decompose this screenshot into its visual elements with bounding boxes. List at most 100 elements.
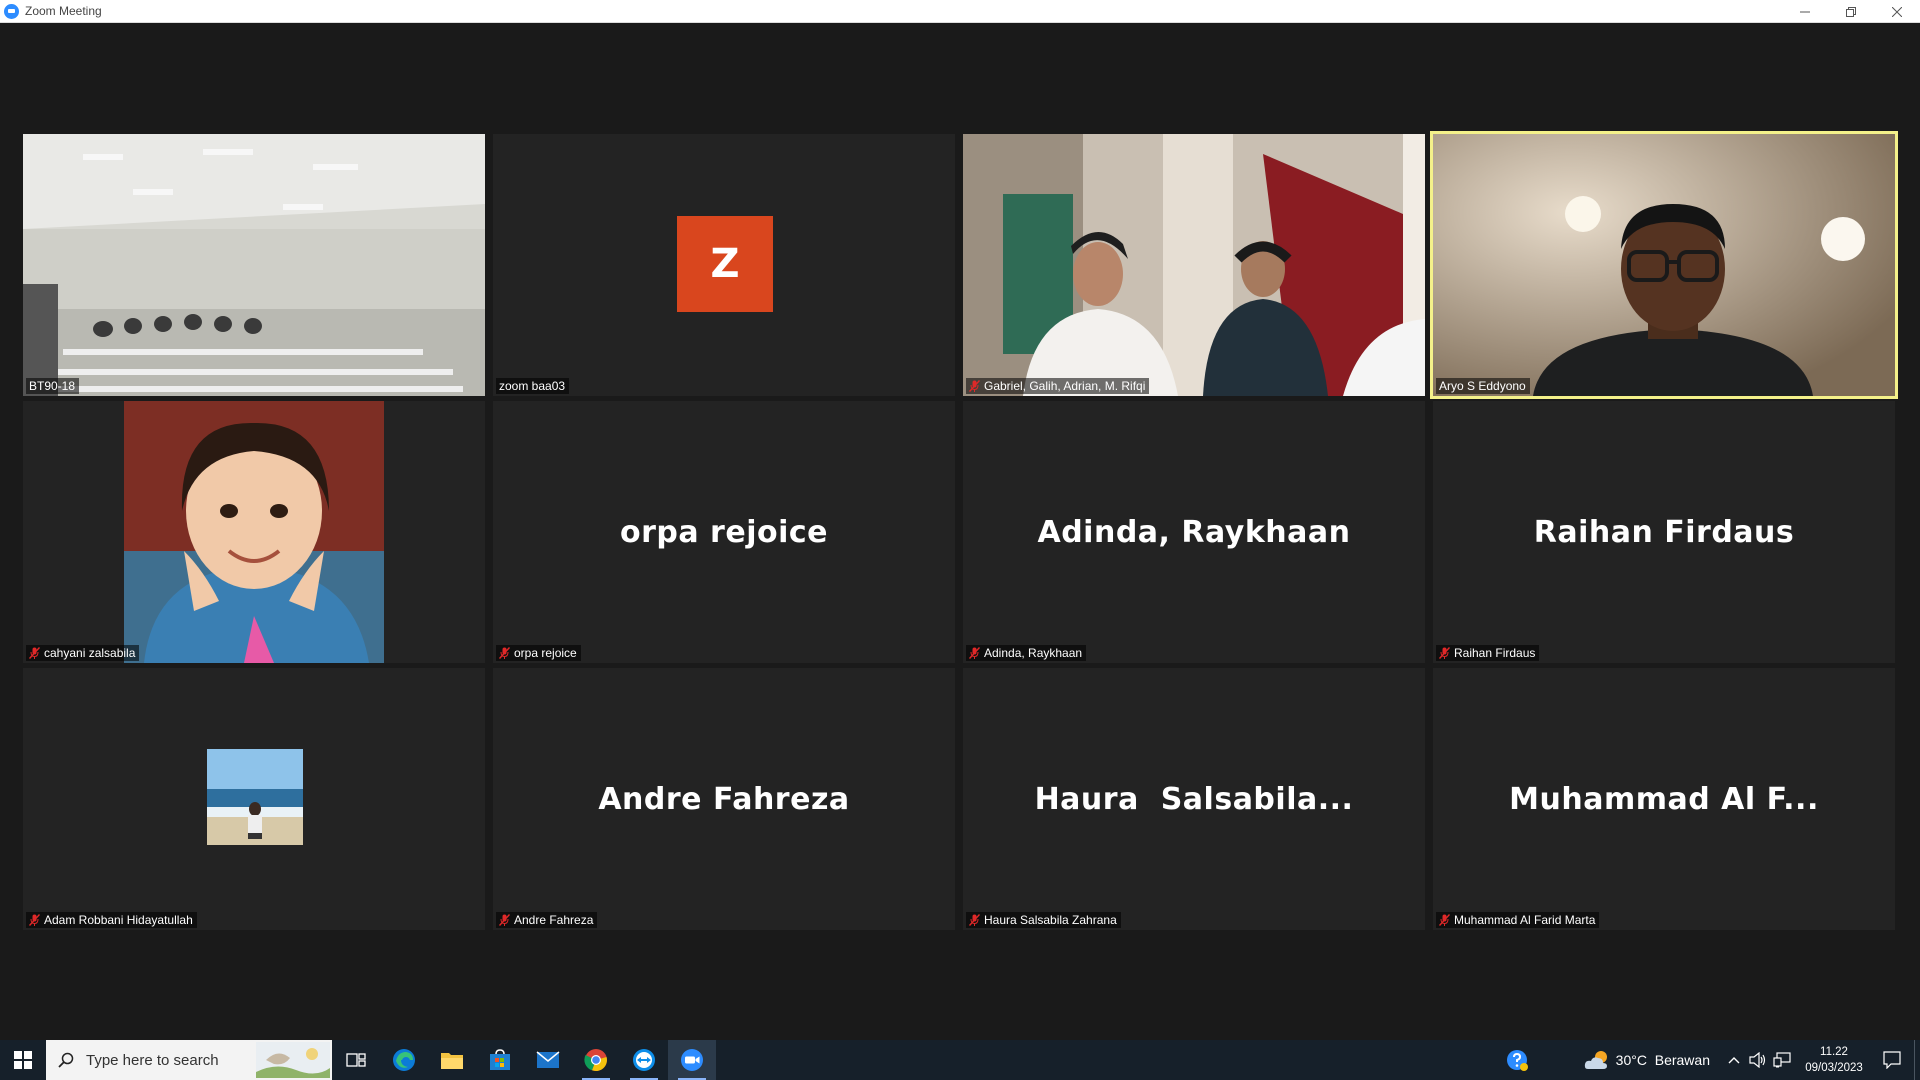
beach-photo <box>207 749 303 845</box>
video-tile-raihan-firdaus[interactable]: Raihan Firdaus Raihan Firdaus <box>1433 401 1895 663</box>
minimize-button[interactable] <box>1782 0 1828 23</box>
network-button[interactable] <box>1770 1040 1794 1080</box>
video-tile-muhammad-al-farid[interactable]: Muhammad Al F... Muhammad Al Farid Marta <box>1433 668 1895 930</box>
weather-widget[interactable]: 30°C Berawan <box>1572 1040 1722 1080</box>
taskbar-search[interactable] <box>46 1040 332 1080</box>
folder-icon <box>441 1053 463 1069</box>
participant-name: Raihan Firdaus <box>1454 646 1536 660</box>
system-tray: 30°C Berawan 11.22 09/03/2023 <box>1492 1040 1920 1080</box>
cloudy-weather-icon <box>1584 1051 1607 1069</box>
participant-name-tag: Andre Fahreza <box>496 912 598 928</box>
participant-name-tag: Gabriel, Galih, Adrian, M. Rifqi <box>966 378 1150 394</box>
show-hidden-icons-button[interactable] <box>1722 1040 1746 1080</box>
video-tile-andre-fahreza[interactable]: Andre Fahreza Andre Fahreza <box>493 668 955 930</box>
participant-name: Andre Fahreza <box>514 913 594 927</box>
notification-icon <box>1883 1051 1901 1069</box>
show-desktop-button[interactable] <box>1914 1040 1920 1080</box>
edge-icon <box>393 1049 415 1071</box>
network-icon <box>1773 1052 1791 1068</box>
video-tile-adam-robbani[interactable]: Adam Robbani Hidayatullah <box>23 668 485 930</box>
participant-display-name: Raihan Firdaus <box>1533 514 1795 550</box>
participant-name-tag: Aryo S Eddyono <box>1436 378 1530 394</box>
zoom-icon <box>681 1049 703 1071</box>
teamviewer-icon <box>633 1049 655 1071</box>
taskbar-app-teamviewer[interactable] <box>620 1040 668 1080</box>
participant-name-tag: Muhammad Al Farid Marta <box>1436 912 1600 928</box>
video-tile-cahyani-zalsabila[interactable]: cahyani zalsabila <box>23 401 485 663</box>
title-bar: Zoom Meeting <box>0 0 1920 23</box>
volume-button[interactable] <box>1746 1040 1770 1080</box>
search-input[interactable] <box>84 1050 268 1070</box>
search-icon <box>58 1052 74 1068</box>
video-tile-gabriel-galih[interactable]: Gabriel, Galih, Adrian, M. Rifqi <box>963 134 1425 396</box>
two-people-video <box>963 134 1425 396</box>
taskbar-app-edge[interactable] <box>380 1040 428 1080</box>
muted-mic-icon <box>499 914 510 926</box>
participant-name: zoom baa03 <box>499 379 566 393</box>
window-controls <box>1782 0 1920 23</box>
taskbar: 30°C Berawan 11.22 09/03/2023 <box>0 1040 1920 1080</box>
search-highlight-icon <box>256 1042 330 1078</box>
video-tile-haura-salsabila[interactable]: Haura Salsabila... Haura Salsabila Zahra… <box>963 668 1425 930</box>
close-icon <box>1892 6 1902 17</box>
zoom-logo-icon <box>4 3 19 19</box>
chevron-up-icon <box>1728 1057 1740 1064</box>
participant-name-tag: BT90-18 <box>26 378 80 394</box>
minimize-icon <box>1800 11 1810 12</box>
participant-name: Muhammad Al Farid Marta <box>1454 913 1596 927</box>
avatar: Z <box>677 216 773 312</box>
help-tray-button[interactable] <box>1492 1040 1542 1080</box>
participant-display-name: Muhammad Al F... <box>1509 781 1819 817</box>
store-icon <box>490 1049 510 1070</box>
start-button[interactable] <box>0 1040 46 1080</box>
chrome-icon <box>584 1049 607 1072</box>
participant-name-tag: Haura Salsabila Zahrana <box>966 912 1121 928</box>
child-photo <box>124 401 384 663</box>
participant-name-tag: Adam Robbani Hidayatullah <box>26 912 197 928</box>
muted-mic-icon <box>969 914 980 926</box>
video-tile-adinda-raykhaan[interactable]: Adinda, Raykhaan Adinda, Raykhaan <box>963 401 1425 663</box>
video-tile-bt90-18[interactable]: BT90-18 <box>23 134 485 396</box>
participant-name-tag: orpa rejoice <box>496 645 581 661</box>
participant-display-name: Haura Salsabila... <box>1034 781 1354 817</box>
restore-button[interactable] <box>1828 0 1874 23</box>
volume-icon <box>1749 1052 1766 1068</box>
participant-name-tag: cahyani zalsabila <box>26 645 140 661</box>
clock-time: 11.22 <box>1820 1046 1848 1058</box>
clock[interactable]: 11.22 09/03/2023 <box>1798 1040 1870 1080</box>
participant-display-name: Andre Fahreza <box>598 781 850 817</box>
participant-name: Gabriel, Galih, Adrian, M. Rifqi <box>984 379 1146 393</box>
muted-mic-icon <box>1439 914 1450 926</box>
participant-name-tag: Adinda, Raykhaan <box>966 645 1087 661</box>
video-tile-orpa-rejoice[interactable]: orpa rejoice orpa rejoice <box>493 401 955 663</box>
close-button[interactable] <box>1874 0 1920 23</box>
participant-name: orpa rejoice <box>514 646 577 660</box>
help-icon <box>1506 1050 1528 1071</box>
notifications-button[interactable] <box>1870 1040 1914 1080</box>
muted-mic-icon <box>969 647 980 659</box>
participant-name: Adam Robbani Hidayatullah <box>44 913 193 927</box>
clock-date: 09/03/2023 <box>1805 1062 1863 1074</box>
taskbar-app-file-explorer[interactable] <box>428 1040 476 1080</box>
taskbar-app-mail[interactable] <box>524 1040 572 1080</box>
task-view-icon <box>346 1053 366 1067</box>
video-tile-aryo-eddyono[interactable]: Aryo S Eddyono <box>1430 131 1898 399</box>
muted-mic-icon <box>29 647 40 659</box>
participant-name: Haura Salsabila Zahrana <box>984 913 1117 927</box>
participant-name: BT90-18 <box>29 379 76 393</box>
muted-mic-icon <box>499 647 510 659</box>
participant-name-tag: Raihan Firdaus <box>1436 645 1540 661</box>
task-view-button[interactable] <box>332 1040 380 1080</box>
taskbar-app-zoom[interactable] <box>668 1040 716 1080</box>
taskbar-app-chrome[interactable] <box>572 1040 620 1080</box>
taskbar-app-store[interactable] <box>476 1040 524 1080</box>
weather-text: 30°C Berawan <box>1615 1052 1710 1068</box>
person-video <box>1433 134 1895 396</box>
video-tile-zoom-baa03[interactable]: Z zoom baa03 <box>493 134 955 396</box>
participant-name-tag: zoom baa03 <box>496 378 570 394</box>
window-title: Zoom Meeting <box>25 4 102 18</box>
classroom-video <box>23 134 485 396</box>
participant-name: Aryo S Eddyono <box>1439 379 1526 393</box>
muted-mic-icon <box>1439 647 1450 659</box>
participant-display-name: orpa rejoice <box>619 514 829 550</box>
